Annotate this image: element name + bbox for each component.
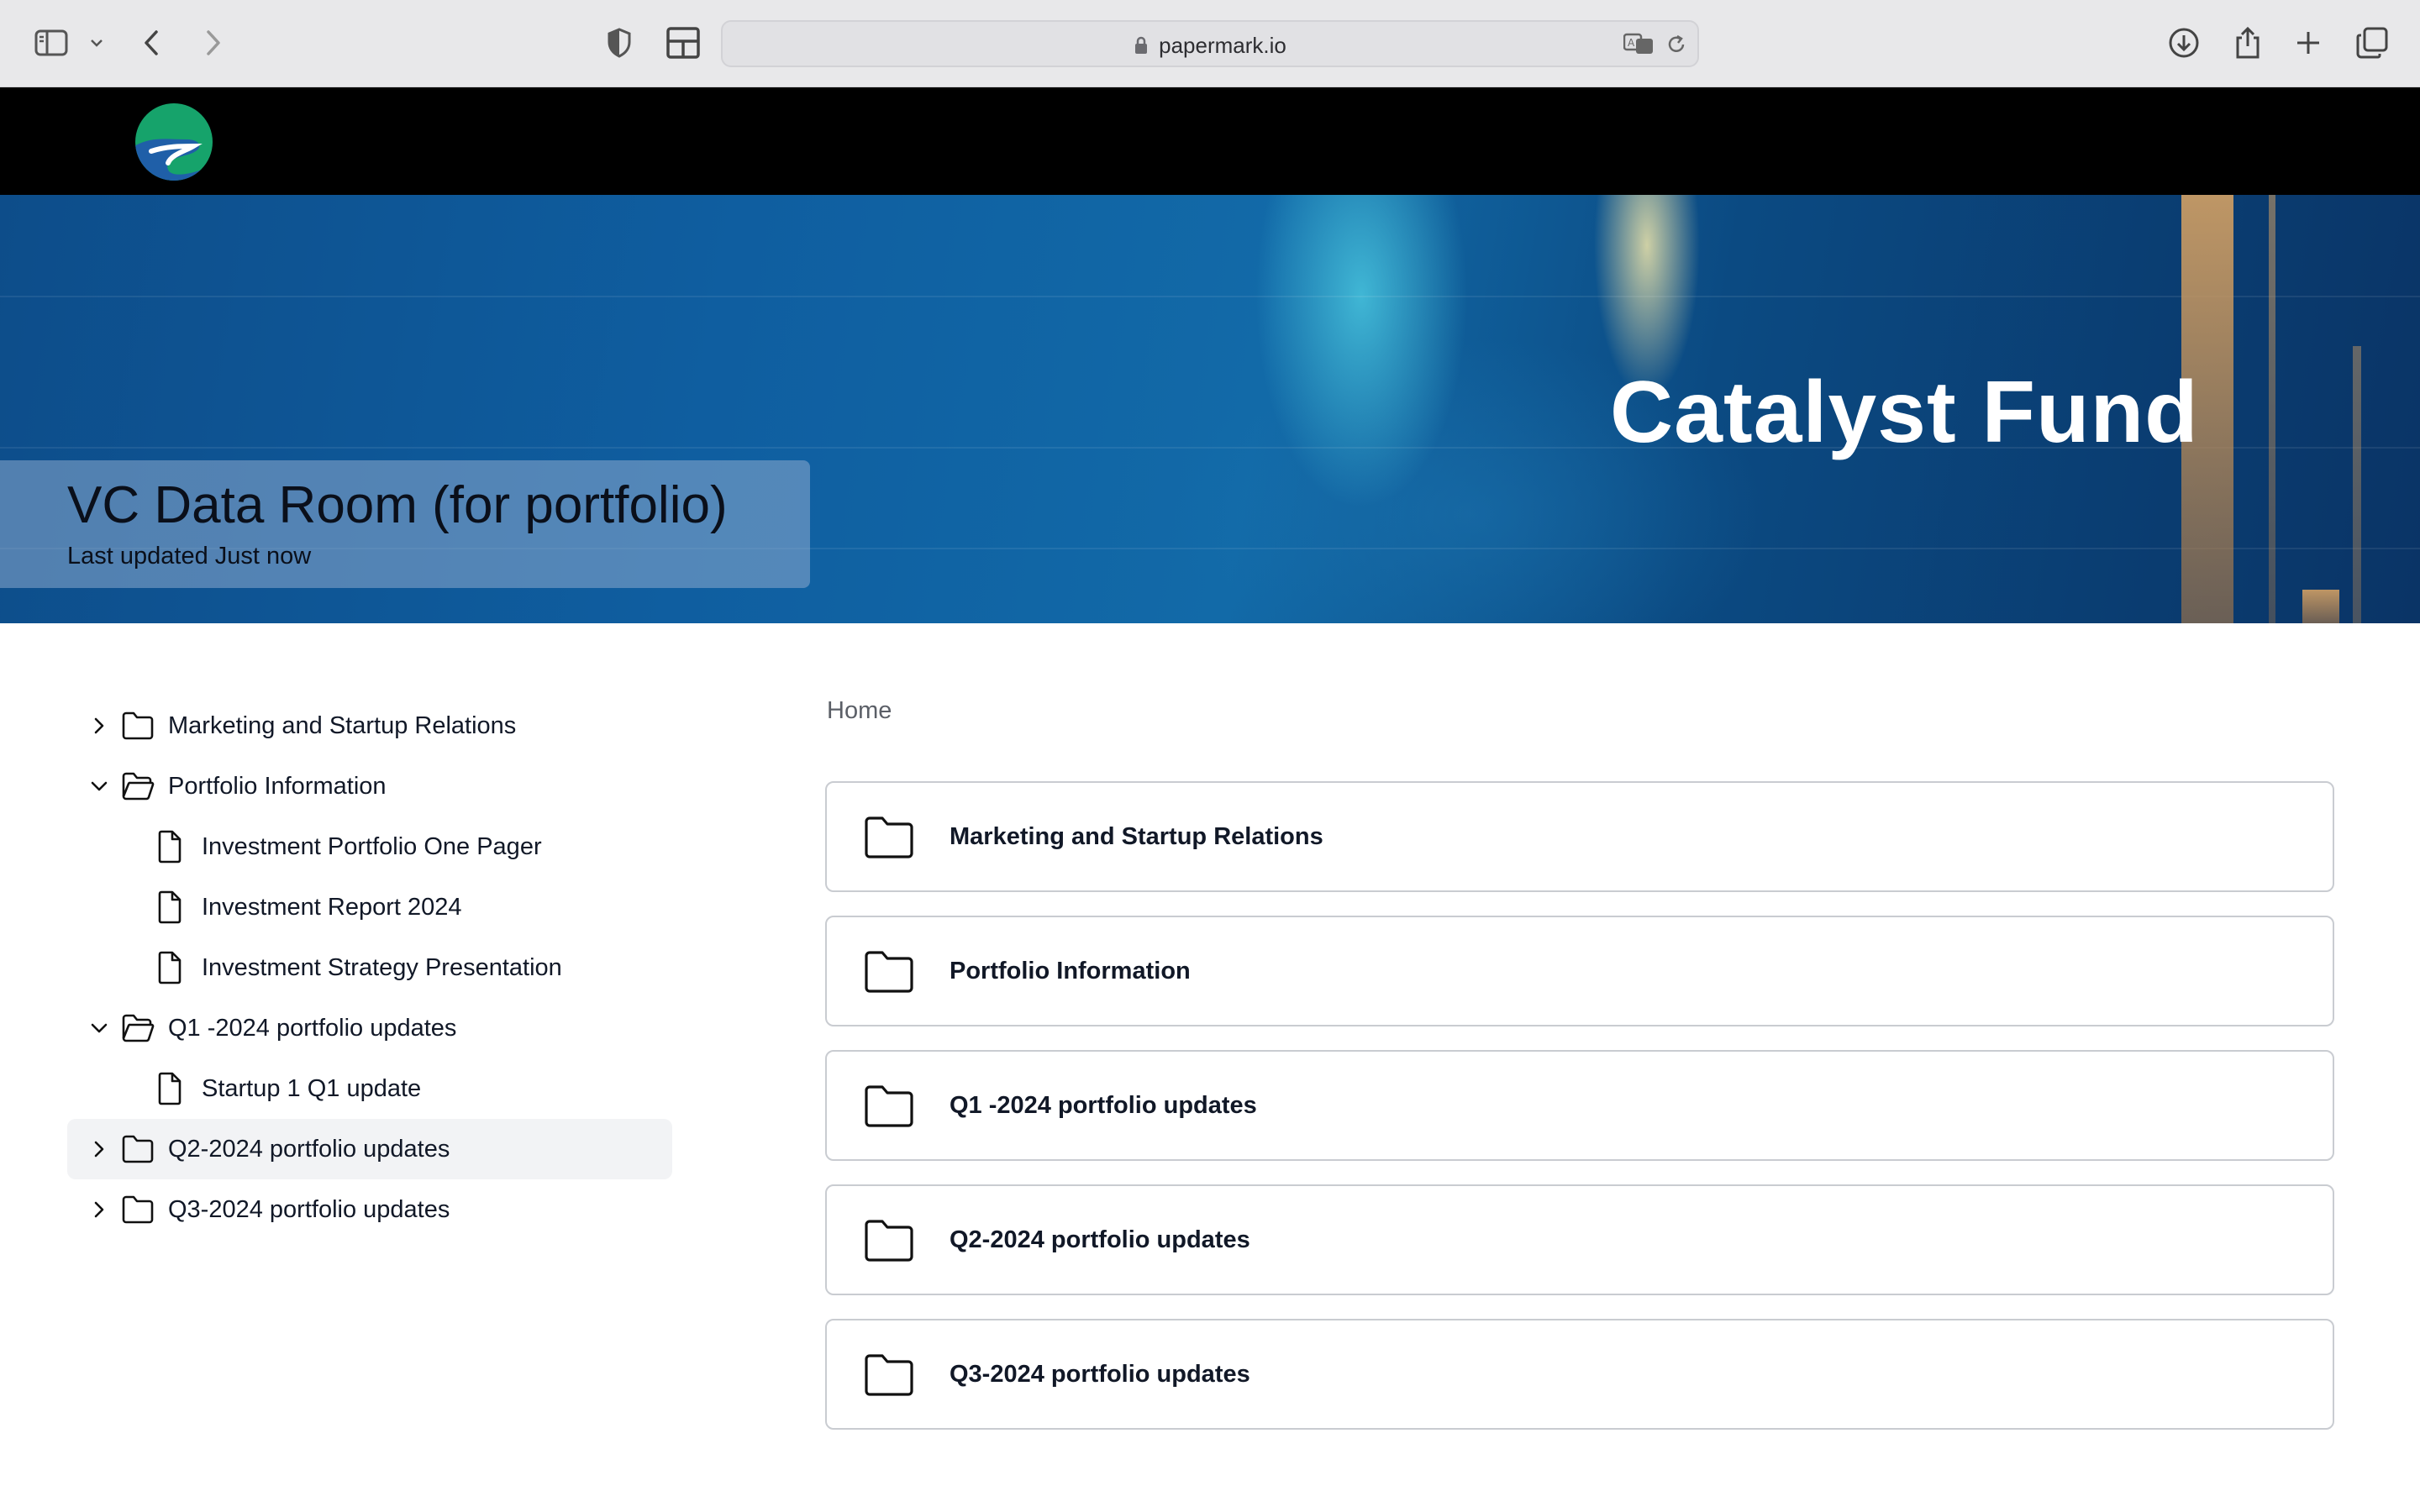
forward-icon[interactable] (193, 24, 232, 62)
folder-icon (865, 1354, 913, 1396)
folder-icon (122, 711, 154, 740)
layout-icon[interactable] (664, 24, 702, 62)
tree-file-report-2024[interactable]: Investment Report 2024 (67, 877, 672, 937)
tree-folder-portfolio-information[interactable]: Portfolio Information (67, 756, 672, 816)
folder-icon (122, 1195, 154, 1224)
chevron-down-icon[interactable] (87, 1016, 111, 1040)
last-updated-text: Last updated Just now (67, 543, 312, 570)
tree-file-one-pager[interactable]: Investment Portfolio One Pager (67, 816, 672, 877)
chevron-right-icon[interactable] (87, 1137, 111, 1161)
svg-text:A: A (1628, 37, 1635, 49)
back-icon[interactable] (133, 24, 171, 62)
folder-card-q3-2024[interactable]: Q3-2024 portfolio updates (825, 1319, 2334, 1430)
folder-card-q1-2024[interactable]: Q1 -2024 portfolio updates (825, 1050, 2334, 1161)
reload-icon[interactable] (1665, 34, 1687, 55)
lock-icon (1134, 35, 1149, 55)
shield-icon[interactable] (600, 24, 639, 62)
tree-item-label: Investment Report 2024 (202, 894, 462, 921)
tree-folder-q3-2024[interactable]: Q3-2024 portfolio updates (67, 1179, 672, 1240)
folder-card-label: Marketing and Startup Relations (950, 823, 1323, 850)
tree-folder-q2-2024[interactable]: Q2-2024 portfolio updates (67, 1119, 672, 1179)
river-logo-icon[interactable] (134, 102, 213, 181)
url-text: papermark.io (1159, 32, 1286, 58)
address-bar[interactable]: papermark.io A (721, 20, 1699, 67)
tree-item-label: Marketing and Startup Relations (168, 712, 517, 739)
chart-candle-decoration (2269, 195, 2275, 623)
tree-file-strategy-presentation[interactable]: Investment Strategy Presentation (67, 937, 672, 998)
tree-item-label: Investment Portfolio One Pager (202, 833, 542, 860)
folder-open-icon (122, 1014, 155, 1042)
breadcrumb-home[interactable]: Home (827, 697, 892, 725)
browser-toolbar: papermark.io A (0, 0, 2420, 87)
chevron-right-icon[interactable] (87, 1198, 111, 1221)
folder-card-label: Q2-2024 portfolio updates (950, 1226, 1250, 1253)
site-header (0, 87, 2420, 195)
tree-folder-q1-2024[interactable]: Q1 -2024 portfolio updates (67, 998, 672, 1058)
folder-card-q2-2024[interactable]: Q2-2024 portfolio updates (825, 1184, 2334, 1295)
new-tab-icon[interactable] (2289, 24, 2328, 62)
folder-icon (122, 1135, 154, 1163)
chevron-down-icon[interactable] (77, 24, 116, 62)
folder-icon (865, 1085, 913, 1127)
file-icon (158, 890, 182, 924)
page-title: VC Data Room (for portfolio) (67, 476, 728, 534)
folder-card-label: Q1 -2024 portfolio updates (950, 1092, 1257, 1119)
folder-icon (865, 1220, 913, 1262)
folder-card-portfolio-information[interactable]: Portfolio Information (825, 916, 2334, 1026)
tree-item-label: Q1 -2024 portfolio updates (168, 1015, 457, 1042)
chevron-down-icon[interactable] (87, 774, 111, 798)
tree-item-label: Investment Strategy Presentation (202, 954, 562, 981)
tree-item-label: Q3-2024 portfolio updates (168, 1196, 450, 1223)
file-icon (158, 830, 182, 864)
brand-text: Catalyst Fund (1610, 364, 2199, 461)
share-icon[interactable] (2228, 24, 2267, 62)
file-icon (158, 951, 182, 984)
file-icon (158, 1072, 182, 1105)
chevron-right-icon[interactable] (87, 714, 111, 738)
tree-item-label: Portfolio Information (168, 773, 387, 800)
tree-item-label: Startup 1 Q1 update (202, 1075, 422, 1102)
folder-card-label: Portfolio Information (950, 958, 1191, 984)
download-icon[interactable] (2165, 24, 2203, 62)
folder-icon (865, 951, 913, 993)
dataroom-title-card: VC Data Room (for portfolio) Last update… (0, 460, 810, 588)
tree-folder-marketing[interactable]: Marketing and Startup Relations (67, 696, 672, 756)
tabs-overview-icon[interactable] (2353, 24, 2391, 62)
chart-candle-decoration (2353, 346, 2361, 623)
folder-card-marketing[interactable]: Marketing and Startup Relations (825, 781, 2334, 892)
tree-item-label: Q2-2024 portfolio updates (168, 1136, 450, 1163)
sidebar-icon[interactable] (32, 24, 71, 62)
folder-open-icon (122, 772, 155, 801)
chart-candle-decoration (2302, 590, 2339, 623)
hero-banner: Catalyst Fund VC Data Room (for portfoli… (0, 195, 2420, 623)
folder-card-label: Q3-2024 portfolio updates (950, 1361, 1250, 1388)
tree-file-startup-1-q1[interactable]: Startup 1 Q1 update (67, 1058, 672, 1119)
translate-icon[interactable]: A (1623, 32, 1655, 55)
folder-icon (865, 816, 913, 858)
